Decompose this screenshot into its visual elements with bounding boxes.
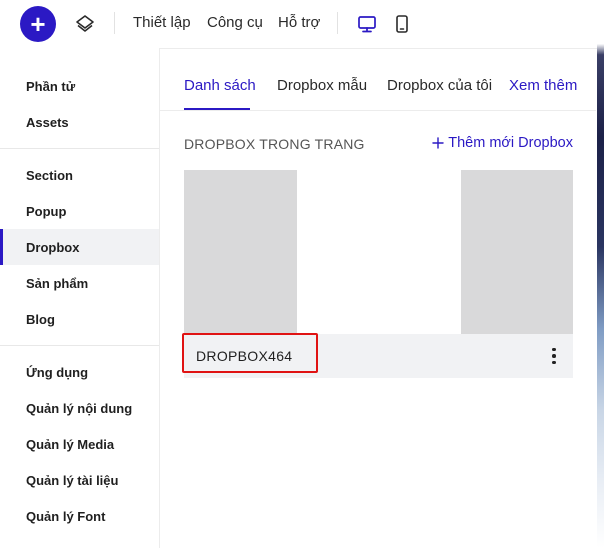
menu-support[interactable]: Hỗ trợ xyxy=(278,14,320,31)
sidebar-item-font-manager[interactable]: Quản lý Font xyxy=(0,498,159,534)
sidebar-item-blog[interactable]: Blog xyxy=(0,301,159,337)
sidebar-divider xyxy=(0,345,159,346)
sidebar-item-dropbox[interactable]: Dropbox xyxy=(0,229,159,265)
active-tab-indicator xyxy=(184,108,250,110)
dropbox-card[interactable]: DROPBOX464 xyxy=(182,170,573,378)
tab-my-dropbox[interactable]: Dropbox của tôi xyxy=(387,77,492,94)
mobile-view-button[interactable] xyxy=(390,12,414,36)
add-dropbox-label: Thêm mới Dropbox xyxy=(448,135,573,151)
layers-icon xyxy=(76,15,94,32)
sidebar-divider xyxy=(0,148,159,149)
tab-see-more[interactable]: Xem thêm xyxy=(509,77,577,94)
card-footer: DROPBOX464 xyxy=(182,333,573,378)
sidebar-item-document-manager[interactable]: Quản lý tài liệu xyxy=(0,462,159,498)
sidebar-item-apps[interactable]: Ứng dụng xyxy=(0,354,159,390)
add-button[interactable]: + xyxy=(20,6,56,42)
card-menu-button[interactable] xyxy=(549,345,559,367)
sidebar-item-elements[interactable]: Phần tử xyxy=(0,68,159,104)
kebab-menu-icon xyxy=(552,347,556,365)
sidebar-item-assets[interactable]: Assets xyxy=(0,104,159,140)
toolbar-divider xyxy=(337,12,338,34)
plus-icon: + xyxy=(30,9,46,39)
plus-icon xyxy=(432,137,444,149)
tab-list[interactable]: Danh sách xyxy=(184,77,256,94)
desktop-view-button[interactable] xyxy=(355,12,379,36)
desktop-icon xyxy=(358,16,376,33)
sidebar: Phần tử Assets Section Popup Dropbox Sản… xyxy=(0,48,160,548)
sidebar-item-section[interactable]: Section xyxy=(0,157,159,193)
menu-settings[interactable]: Thiết lập xyxy=(133,14,191,31)
top-toolbar: + Thiết lập Công cụ Hỗ trợ xyxy=(0,0,604,49)
highlight-box xyxy=(182,333,318,373)
background-edge xyxy=(597,0,604,548)
toolbar-divider xyxy=(114,12,115,34)
mobile-icon xyxy=(396,15,408,33)
sidebar-item-popup[interactable]: Popup xyxy=(0,193,159,229)
card-thumbnail-left xyxy=(184,170,297,334)
layers-button[interactable] xyxy=(74,13,96,35)
sidebar-item-products[interactable]: Sản phẩm xyxy=(0,265,159,301)
tab-dropbox-templates[interactable]: Dropbox mẫu xyxy=(277,77,367,94)
section-title: DROPBOX TRONG TRANG xyxy=(184,136,365,152)
menu-tools[interactable]: Công cụ xyxy=(207,14,263,31)
add-dropbox-button[interactable]: Thêm mới Dropbox xyxy=(432,135,573,151)
sidebar-item-media-manager[interactable]: Quản lý Media xyxy=(0,426,159,462)
sidebar-item-content-manager[interactable]: Quản lý nội dung xyxy=(0,390,159,426)
card-thumbnail-right xyxy=(461,170,573,334)
tab-bar: Danh sách Dropbox mẫu Dropbox của tôi Xe… xyxy=(160,48,596,111)
